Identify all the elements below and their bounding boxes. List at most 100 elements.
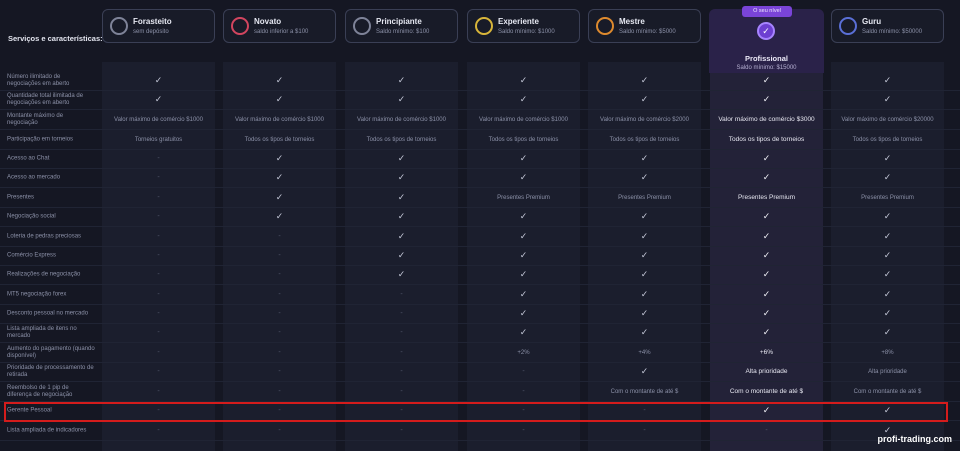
tier-ring-icon (110, 17, 128, 35)
check-icon: ✓ (883, 250, 892, 260)
check-icon: ✓ (397, 250, 406, 260)
tier-card[interactable]: Mestre Saldo mínimo: $5000 (588, 9, 701, 43)
tier-card[interactable]: Forasteito sem depósito (102, 9, 215, 43)
check-icon: ✓ (640, 289, 649, 299)
dash-icon: - (522, 368, 525, 375)
dash-icon: - (278, 252, 281, 259)
check-icon: ✓ (519, 172, 528, 182)
dash-icon: - (522, 427, 525, 434)
table-cell: ✓ (223, 188, 336, 207)
row-label: Realizações de negociação (7, 271, 81, 277)
table-cell: ✓ (710, 227, 823, 246)
tier-card[interactable]: Experiente Saldo mínimo: $1000 (467, 9, 580, 43)
table-cell: ✓ (467, 304, 580, 323)
table-cell: ✓ (831, 265, 944, 284)
table-cell: - (102, 265, 215, 284)
cell-value: Presentes Premium (497, 194, 550, 201)
table-cell: - (102, 149, 215, 168)
row-divider (0, 440, 960, 441)
row-label: MT5 negociação forex (7, 291, 67, 297)
table-cell: - (102, 207, 215, 226)
table-row: Acesso ao Chat - ✓ ✓ ✓ ✓ ✓ ✓ (0, 149, 960, 168)
table-cell: - (223, 285, 336, 304)
check-icon: ✓ (397, 231, 406, 241)
table-cell: ✓ (710, 323, 823, 342)
table-cell: Torneios gratuitos (102, 130, 215, 149)
check-icon: ✓ (154, 75, 163, 85)
table-cell: Presentes Premium (588, 188, 701, 207)
highlight-box (4, 402, 948, 422)
row-label: Desconto pessoal no mercado (7, 310, 89, 316)
table-cell: - (710, 421, 823, 440)
check-icon: ✓ (883, 172, 892, 182)
cell-value: Todos os tipos de torneios (852, 136, 923, 143)
table-cell: ✓ (710, 207, 823, 226)
check-icon: ✓ (762, 75, 771, 85)
table-cell: Alta prioridade (831, 362, 944, 381)
row-label: Reembolso de 1 pip de diferença de negoc… (7, 384, 73, 398)
table-row: Negociação social - ✓ ✓ ✓ ✓ ✓ ✓ (0, 207, 960, 226)
dash-icon: - (400, 291, 403, 298)
services-title: Serviços e características: (8, 34, 103, 43)
check-icon: ✓ (762, 231, 771, 241)
table-cell: ✓ (831, 323, 944, 342)
table-cell: Todos os tipos de torneios (467, 130, 580, 149)
check-icon: ✓ (519, 289, 528, 299)
cell-value: Presentes Premium (861, 194, 914, 201)
table-cell: - (102, 227, 215, 246)
table-cell: - (102, 188, 215, 207)
tier-card[interactable]: Principiante Saldo mínimo: $100 (345, 9, 458, 43)
table-cell: - (102, 362, 215, 381)
check-icon: ✓ (397, 192, 406, 202)
tier-card[interactable]: Guru Saldo mínimo: $50000 (831, 9, 944, 43)
check-icon: ✓ (397, 269, 406, 279)
table-cell: ✓ (831, 227, 944, 246)
tier-name: Profissional (745, 54, 788, 63)
table-cell: ✓ (710, 246, 823, 265)
check-icon: ✓ (762, 172, 771, 182)
dash-icon: - (157, 427, 160, 434)
table-cell: ✓ (345, 227, 458, 246)
tier-min-balance: Saldo mínimo: $50000 (862, 29, 923, 35)
row-label: Montante máximo de negociação (7, 112, 64, 126)
check-icon: ✓ (883, 231, 892, 241)
table-cell: - (345, 362, 458, 381)
table-cell: ✓ (831, 90, 944, 109)
cell-value: Valor máximo de comércio $1000 (235, 116, 324, 123)
cell-value: Valor máximo de comércio $2000 (600, 116, 689, 123)
cell-value: +6% (759, 349, 774, 356)
table-cell: +4% (588, 343, 701, 362)
table-cell: +8% (831, 343, 944, 362)
table-cell: Presentes Premium (710, 188, 823, 207)
dash-icon: - (157, 271, 160, 278)
cell-value: +8% (881, 349, 894, 356)
dash-icon: - (278, 271, 281, 278)
table-cell: - (467, 421, 580, 440)
tier-name: Experiente (498, 17, 539, 26)
table-row: Participação em torneios Torneios gratuit… (0, 130, 960, 149)
check-icon: ✓ (397, 94, 406, 104)
table-cell: ✓ (588, 207, 701, 226)
tier-card-featured[interactable]: O seu nível ✓ Profissional Saldo mínimo: $1… (709, 6, 824, 73)
table-cell: ✓ (223, 207, 336, 226)
table-cell: - (223, 343, 336, 362)
tier-ring-icon (839, 17, 857, 35)
dash-icon: - (278, 310, 281, 317)
check-circle-icon: ✓ (757, 22, 775, 40)
tier-card[interactable]: Novato saldo inferior a $100 (223, 9, 336, 43)
check-icon: ✓ (519, 153, 528, 163)
table-cell: Valor máximo de comércio $3000 (710, 110, 823, 129)
dash-icon: - (278, 388, 281, 395)
table-cell: Valor máximo de comércio $1000 (345, 110, 458, 129)
table-cell: Com o montante de até $ (831, 382, 944, 401)
check-icon: ✓ (883, 211, 892, 221)
table-row: Acesso ao mercado - ✓ ✓ ✓ ✓ ✓ ✓ (0, 168, 960, 187)
table-cell: ✓ (467, 265, 580, 284)
check-icon: ✓ (883, 289, 892, 299)
table-cell: ✓ (467, 323, 580, 342)
check-icon: ✓ (519, 250, 528, 260)
check-icon: ✓ (397, 75, 406, 85)
table-cell: ✓ (588, 227, 701, 246)
table-row: Lista ampliada de itens no mercado - - - ✓ ✓ ✓… (0, 323, 960, 342)
table-row: Reembolso de 1 pip de diferença de negoc… (0, 382, 960, 401)
